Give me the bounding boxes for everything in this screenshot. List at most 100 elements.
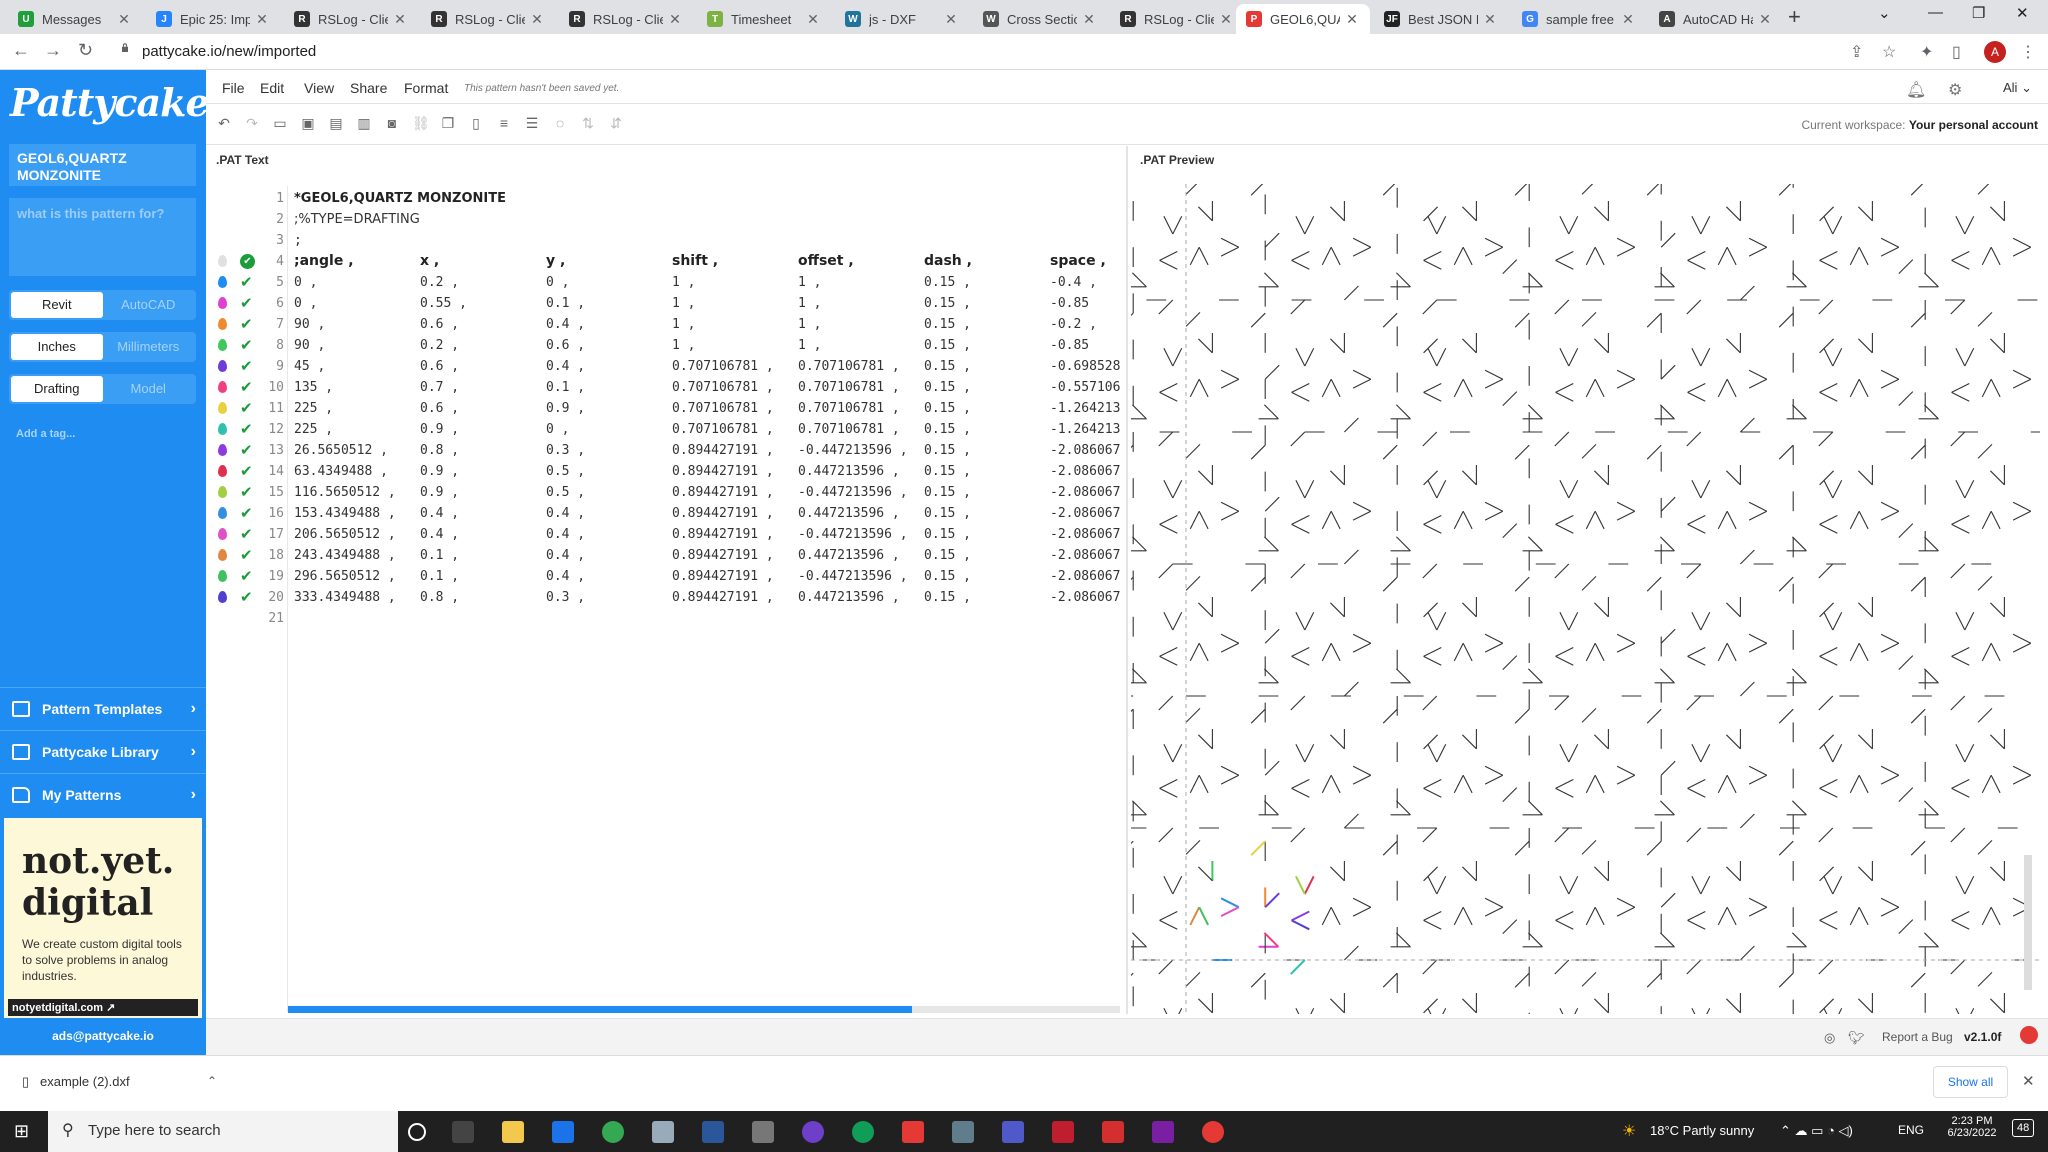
add-tag-input[interactable]: Add a tag... xyxy=(16,428,75,440)
editor-line[interactable]: ✔ 18 243.4349488 , 0.1 , 0.4 , 0.894427191 , 0… xyxy=(214,545,1124,566)
color-drop-icon[interactable] xyxy=(218,423,227,435)
file-explorer-icon[interactable] xyxy=(502,1121,524,1143)
editor-line[interactable]: ✔ 10 135 , 0.7 , 0.1 , 0.707106781 , 0.7071067… xyxy=(214,377,1124,398)
nav-pattern-templates[interactable]: Pattern Templates › xyxy=(0,687,206,729)
nav-my-patterns[interactable]: My Patterns › xyxy=(0,773,206,815)
menu-view[interactable]: View xyxy=(304,80,334,96)
editor-line[interactable]: ✔ 13 26.5650512 , 0.8 , 0.3 , 0.894427191 , -0… xyxy=(214,440,1124,461)
tab-close-icon[interactable]: ✕ xyxy=(1218,11,1234,28)
editor-line[interactable]: ✔ 7 90 , 0.6 , 0.4 , 1 , 1 , 0.15 , -0.2 , xyxy=(214,314,1124,335)
panel-divider[interactable] xyxy=(1126,146,1128,1014)
color-drop-icon[interactable] xyxy=(218,402,227,414)
check-icon[interactable]: ✔ xyxy=(240,314,253,335)
task-view-icon[interactable] xyxy=(452,1121,474,1143)
color-drop-icon[interactable] xyxy=(218,318,227,330)
editor-line[interactable]: ✔ 16 153.4349488 , 0.4 , 0.4 , 0.894427191 , 0… xyxy=(214,503,1124,524)
check-icon[interactable]: ✔ xyxy=(240,482,253,503)
color-drop-icon[interactable] xyxy=(218,297,227,309)
browser-tab[interactable]: JF Best JSON Pr✕ xyxy=(1374,4,1508,34)
editor-horizontal-scrollbar[interactable] xyxy=(288,1006,1120,1013)
tray-icons[interactable]: ⌃ ☁ ▭ ◔ ◁) xyxy=(1780,1123,1853,1139)
revit-option[interactable]: Revit xyxy=(11,292,103,318)
browser-tab[interactable]: Gsample free a✕ xyxy=(1512,4,1646,34)
clipboard-icon[interactable]: ▯ xyxy=(468,115,484,131)
list-icon[interactable]: ☰ xyxy=(524,115,540,131)
teams-icon[interactable] xyxy=(1002,1121,1024,1143)
editor-line[interactable]: 3; xyxy=(214,230,1124,251)
clock[interactable]: 2:23 PM 6/23/2022 xyxy=(1944,1115,2000,1139)
editor-line[interactable]: ✔ 12 225 , 0.9 , 0 , 0.707106781 , 0.707106781… xyxy=(214,419,1124,440)
check-icon[interactable]: ✔ xyxy=(240,293,253,314)
share-icon[interactable]: ⇪ xyxy=(1850,42,1863,62)
workspace-indicator[interactable]: Current workspace: Your personal account xyxy=(1801,118,2038,132)
check-icon[interactable]: ✔ xyxy=(240,524,253,545)
editor-line[interactable]: ✔ 14 63.4349488 , 0.9 , 0.5 , 0.894427191 , 0.… xyxy=(214,461,1124,482)
twitter-icon[interactable]: 🐦︎ xyxy=(1848,1030,1865,1046)
sort-icon[interactable]: ⇅ xyxy=(580,115,596,131)
new-tab-button[interactable]: + xyxy=(1788,4,1801,30)
check-icon[interactable]: ✔ xyxy=(240,461,253,482)
dbeaver-icon[interactable] xyxy=(1102,1121,1124,1143)
notifications-badge[interactable]: 48 xyxy=(2012,1119,2035,1137)
notepad-icon[interactable] xyxy=(652,1121,674,1143)
calculator-icon[interactable] xyxy=(952,1121,974,1143)
undo-icon[interactable]: ↶ xyxy=(216,115,232,131)
instagram-icon[interactable]: ◎ xyxy=(1824,1030,1835,1046)
app-icon[interactable] xyxy=(752,1121,774,1143)
minimize-button[interactable]: — xyxy=(1928,4,1943,21)
color-drop-icon[interactable] xyxy=(218,591,227,603)
pat-text-editor[interactable]: 1 *GEOL6,QUARTZ MONZONITE 2 ;%TYPE=DRAFTING… xyxy=(214,184,1124,1014)
model-option[interactable]: Model xyxy=(103,376,195,402)
check-icon[interactable]: ✔ xyxy=(240,377,253,398)
nav-pattycake-library[interactable]: Pattycake Library › xyxy=(0,730,206,772)
profile-avatar[interactable]: A xyxy=(1984,41,2006,63)
tab-close-icon[interactable]: ✕ xyxy=(392,11,408,28)
editor-line[interactable]: ✔ 17 206.5650512 , 0.4 , 0.4 , 0.894427191 , -… xyxy=(214,524,1124,545)
browser-tab[interactable]: Wjs - DXF ✕ xyxy=(835,4,969,34)
scrollbar-thumb[interactable] xyxy=(288,1006,912,1013)
ads-email-link[interactable]: ads@pattycake.io xyxy=(0,1018,206,1055)
browser-tab[interactable]: T Timesheet ✕ xyxy=(697,4,831,34)
color-drop-icon[interactable] xyxy=(218,444,227,456)
editor-line[interactable]: ✔ 6 0 , 0.55 , 0.1 , 1 , 1 , 0.15 , -0.85 xyxy=(214,293,1124,314)
language-indicator[interactable]: ENG xyxy=(1898,1123,1924,1137)
browser-tab[interactable]: J Epic 25: Impo✕ xyxy=(146,4,280,34)
tab-close-icon[interactable]: ✕ xyxy=(1620,11,1636,28)
report-bug-link[interactable]: Report a Bug xyxy=(1882,1030,1953,1044)
check-icon[interactable]: ✔ xyxy=(240,335,253,356)
edge-icon[interactable] xyxy=(852,1121,874,1143)
tab-close-icon[interactable]: ✕ xyxy=(943,11,959,28)
taskbar-search[interactable]: ⚲ Type here to search xyxy=(48,1111,398,1152)
check-icon[interactable]: ✔ xyxy=(240,587,253,608)
windows-start-icon[interactable]: ⊞ xyxy=(14,1121,29,1142)
check-icon[interactable]: ✔ xyxy=(240,440,253,461)
pattern-description-field[interactable]: what is this pattern for? xyxy=(9,198,196,276)
visual-studio-icon[interactable] xyxy=(1152,1121,1174,1143)
check-icon[interactable]: ✔ xyxy=(240,545,253,566)
reload-icon[interactable]: ↻ xyxy=(78,40,93,61)
back-icon[interactable]: ← xyxy=(12,40,30,61)
editor-line[interactable]: ✔ 5 0 , 0.2 , 0 , 1 , 1 , 0.15 , -0.4 , xyxy=(214,272,1124,293)
sort-columns-icon[interactable]: ⇵ xyxy=(608,115,624,131)
tab-close-icon[interactable]: ✕ xyxy=(1757,11,1773,28)
pattern-name-field[interactable]: GEOL6,QUARTZ MONZONITE xyxy=(9,144,196,186)
drafting-option[interactable]: Drafting xyxy=(11,376,103,402)
editor-line[interactable]: ✔ 20 333.4349488 , 0.8 , 0.3 , 0.894427191 , 0… xyxy=(214,587,1124,608)
check-icon[interactable]: ✔ xyxy=(240,398,253,419)
chevron-up-icon[interactable]: ⌃ xyxy=(207,1074,217,1088)
menu-file[interactable]: File xyxy=(222,80,245,96)
menu-format[interactable]: Format xyxy=(404,80,448,96)
color-drop-icon[interactable] xyxy=(218,570,227,582)
word-icon[interactable] xyxy=(702,1121,724,1143)
editor-line[interactable]: ✔ 19 296.5650512 , 0.1 , 0.4 , 0.894427191 , -… xyxy=(214,566,1124,587)
tab-close-icon[interactable]: ✕ xyxy=(1482,11,1498,28)
browser-tab[interactable]: P GEOL6,QUAR✕ xyxy=(1236,4,1370,34)
forward-icon[interactable]: → xyxy=(44,40,62,61)
kebab-menu-icon[interactable]: ⋮ xyxy=(2020,42,2036,62)
editor-line[interactable]: ✔ 11 225 , 0.6 , 0.9 , 0.707106781 , 0.7071067… xyxy=(214,398,1124,419)
color-drop-icon[interactable] xyxy=(218,381,227,393)
color-drop-icon[interactable] xyxy=(218,507,227,519)
menu-edit[interactable]: Edit xyxy=(260,80,284,96)
millimeters-option[interactable]: Millimeters xyxy=(103,334,195,360)
editor-line[interactable]: ✔ 8 90 , 0.2 , 0.6 , 1 , 1 , 0.15 , -0.85 xyxy=(214,335,1124,356)
